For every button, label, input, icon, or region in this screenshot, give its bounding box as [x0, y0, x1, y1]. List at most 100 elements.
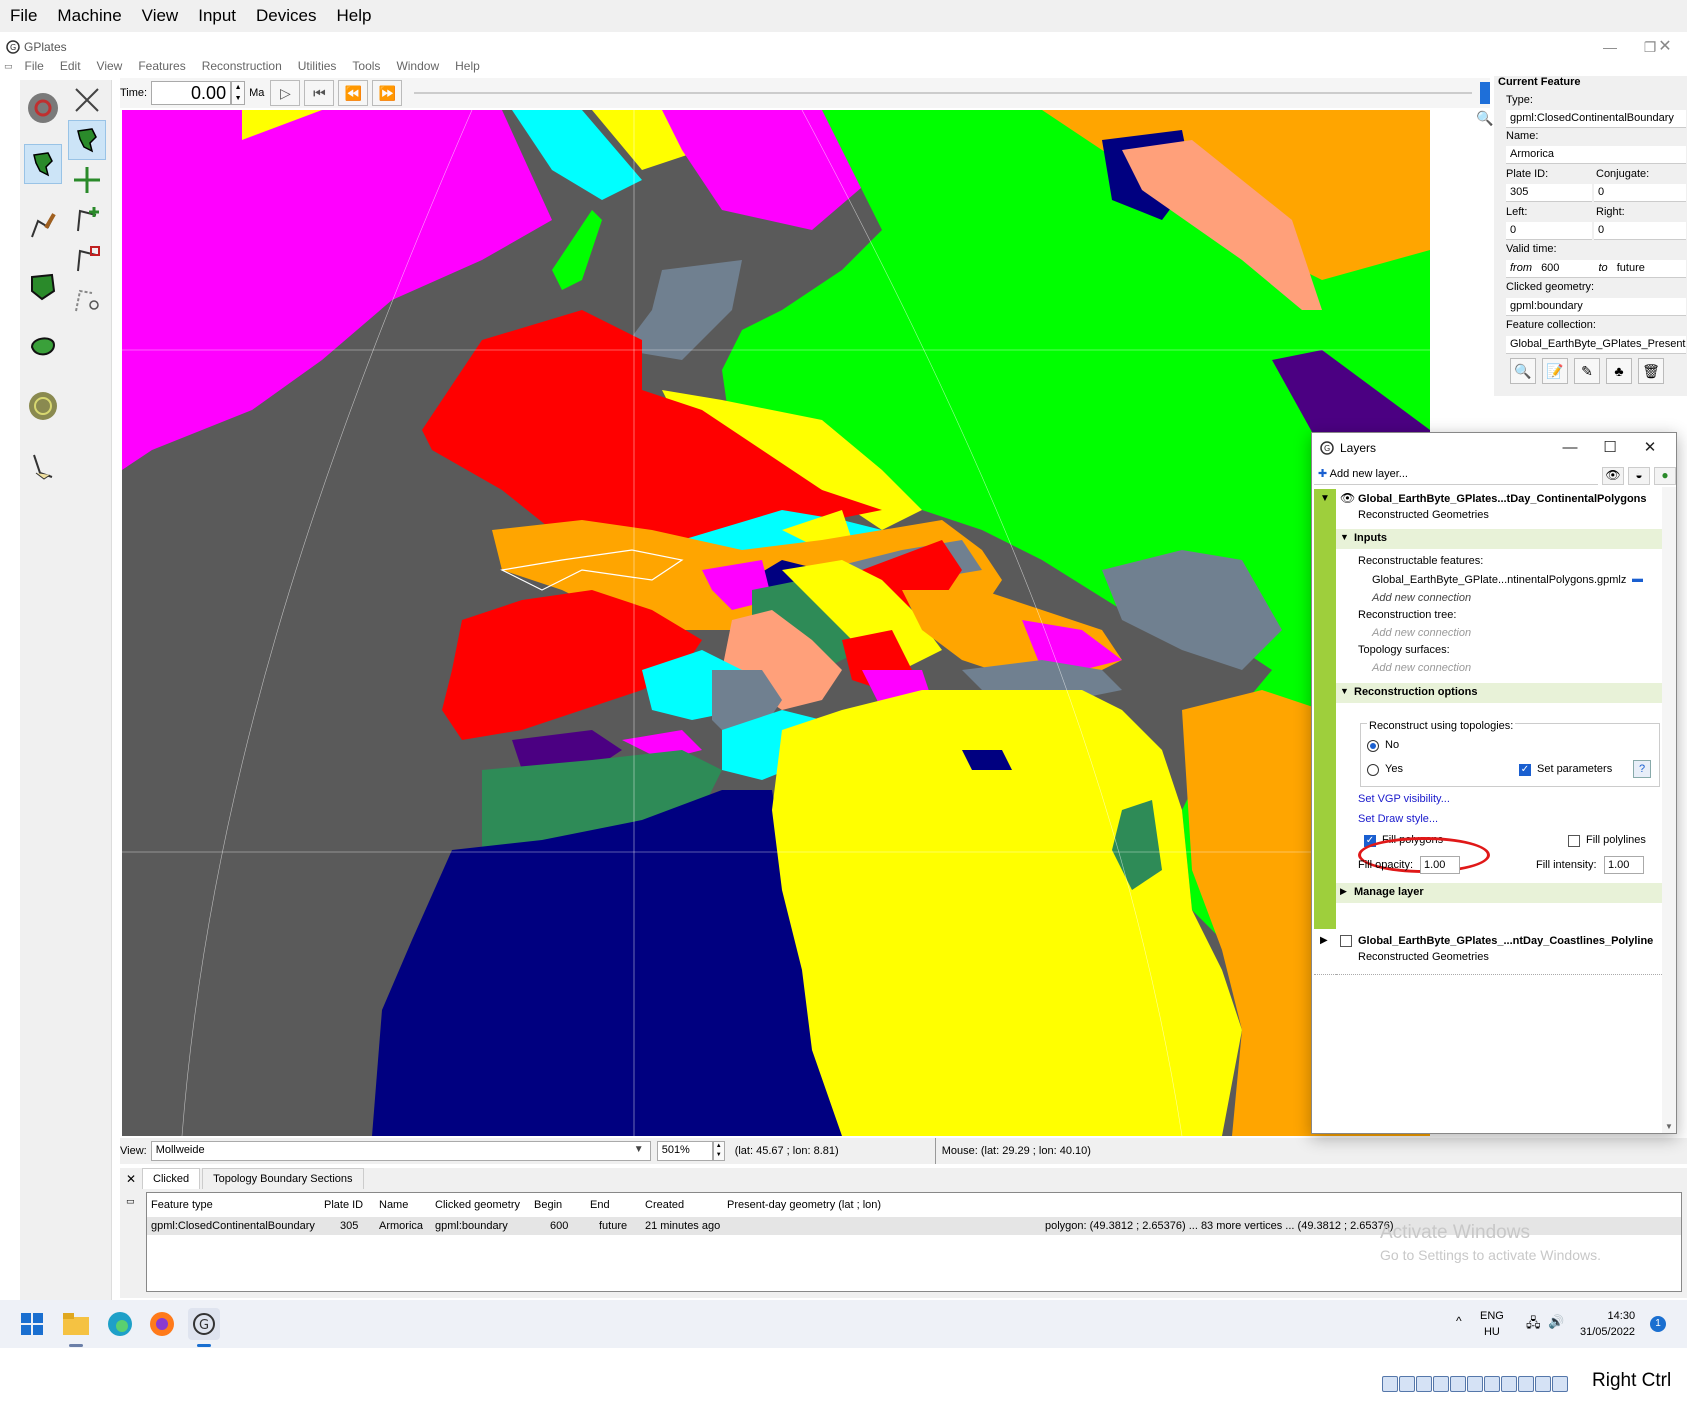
choose-feature-icon[interactable] — [68, 120, 106, 160]
time-input[interactable]: 0.00 — [151, 81, 232, 105]
map-canvas[interactable] — [122, 110, 1430, 1136]
fill-opacity-input[interactable]: 1.00 — [1420, 856, 1460, 874]
recording-icon[interactable] — [1501, 1376, 1517, 1392]
add-new-connection-link[interactable]: Add new connection — [1372, 627, 1471, 639]
input-file-connection[interactable]: Global_EarthByte_GPlate...ntinentalPolyg… — [1372, 574, 1626, 586]
tab-topology-sections[interactable]: Topology Boundary Sections — [202, 1168, 364, 1189]
keyboard-capture-icon[interactable] — [1552, 1376, 1568, 1392]
time-spinner[interactable]: ▲ ▼ — [231, 81, 246, 105]
close-panel-icon[interactable]: ✕ — [126, 1172, 136, 1186]
insert-vertex-icon[interactable] — [68, 200, 106, 240]
show-all-icon[interactable]: 👁 — [1602, 467, 1624, 485]
scroll-down-icon[interactable]: ▼ — [1665, 1122, 1673, 1131]
cpu-icon[interactable] — [1518, 1376, 1534, 1392]
vm-menu-machine[interactable]: Machine — [47, 6, 131, 26]
digitise-icon[interactable] — [24, 206, 62, 246]
set-draw-style-link[interactable]: Set Draw style... — [1358, 813, 1438, 825]
delete-feature-icon[interactable]: 🗑 — [1638, 358, 1664, 384]
usb-icon[interactable] — [1450, 1376, 1466, 1392]
projection-select[interactable]: Mollweide ▼ — [150, 1141, 651, 1161]
volume-icon[interactable]: 🔊 — [1548, 1314, 1564, 1330]
col-header[interactable]: Name — [379, 1199, 408, 1211]
zoom-icon[interactable]: 🔍 — [1476, 110, 1493, 127]
vm-menu-file[interactable]: File — [0, 6, 47, 26]
radio-no[interactable] — [1367, 740, 1379, 752]
layer-name[interactable]: Global_EarthByte_GPlates_...ntDay_Coastl… — [1358, 935, 1653, 947]
hide-all-icon[interactable]: ◒ — [1628, 467, 1650, 485]
edit-geometry-icon[interactable]: ✎ — [1574, 358, 1600, 384]
radio-yes[interactable] — [1367, 764, 1379, 776]
vm-menu-view[interactable]: View — [132, 6, 189, 26]
menu-edit[interactable]: Edit — [52, 59, 89, 73]
network-icon[interactable]: 🖧 — [1526, 1314, 1541, 1336]
menu-features[interactable]: Features — [130, 59, 193, 73]
menu-window[interactable]: Window — [388, 59, 447, 73]
query-feature-icon[interactable]: 🔍 — [1510, 358, 1536, 384]
menu-reconstruction[interactable]: Reconstruction — [194, 59, 290, 73]
colouring-icon[interactable]: ● — [1654, 467, 1676, 485]
gplates-taskbar-icon[interactable]: G — [188, 1308, 220, 1340]
feature-inspection-icon[interactable] — [24, 144, 62, 184]
time-slider[interactable] — [414, 92, 1472, 94]
help-icon[interactable]: ? — [1633, 760, 1651, 778]
disconnect-icon[interactable]: ▬ — [1632, 573, 1643, 585]
pole-manipulation-icon[interactable] — [24, 326, 62, 366]
optical-drive-icon[interactable] — [1399, 1376, 1415, 1392]
system-clock[interactable]: 14:30 31/05/2022 — [1580, 1308, 1635, 1340]
view-globe-icon[interactable] — [24, 88, 62, 128]
add-new-layer-button[interactable]: ✚ Add new layer... — [1314, 467, 1598, 485]
chevron-up-icon[interactable]: ^ — [1456, 1314, 1462, 1328]
undock-icon[interactable]: ▭ — [126, 1196, 135, 1207]
manage-layer-header[interactable]: ▶ Manage layer — [1336, 883, 1676, 903]
zoom-input[interactable]: 501% — [656, 1141, 713, 1161]
vm-menu-devices[interactable]: Devices — [246, 6, 326, 26]
hdd-icon[interactable] — [1382, 1376, 1398, 1392]
collapse-layer-icon[interactable]: ▼ — [1320, 493, 1330, 504]
network-adapter-icon[interactable] — [1433, 1376, 1449, 1392]
split-feature-icon[interactable] — [68, 280, 106, 320]
reconstruction-options-header[interactable]: ▼ Reconstruction options — [1336, 683, 1676, 703]
step-forward-button[interactable]: ⏩ — [372, 80, 403, 106]
delete-vertex-icon[interactable] — [68, 240, 106, 280]
move-vertex-icon[interactable] — [68, 160, 106, 200]
time-slider-thumb[interactable] — [1480, 82, 1490, 104]
maximize-icon[interactable]: ☐ — [1590, 433, 1630, 463]
rewind-to-start-button[interactable]: ⏮ — [304, 80, 335, 106]
mouse-integration-icon[interactable] — [1535, 1376, 1551, 1392]
layer-active-strip[interactable]: ▼ — [1314, 489, 1336, 929]
layers-scrollbar[interactable]: ▼ — [1662, 487, 1676, 1133]
expand-layer-icon[interactable]: ▶ — [1320, 935, 1328, 946]
step-back-button[interactable]: ⏪ — [338, 80, 369, 106]
visibility-eye-icon[interactable]: 👁 — [1340, 491, 1355, 505]
set-vgp-visibility-link[interactable]: Set VGP visibility... — [1358, 793, 1450, 805]
dock-icon[interactable]: ▭ — [4, 61, 13, 72]
vm-menu-help[interactable]: Help — [327, 6, 382, 26]
menu-utilities[interactable]: Utilities — [290, 59, 345, 73]
small-circle-icon[interactable] — [24, 386, 62, 426]
vm-menu-input[interactable]: Input — [188, 6, 246, 26]
tab-clicked[interactable]: Clicked — [142, 1168, 201, 1189]
hellinger-icon[interactable] — [24, 446, 62, 486]
add-new-connection-link[interactable]: Add new connection — [1372, 592, 1471, 604]
col-header[interactable]: Clicked geometry — [435, 1199, 520, 1211]
play-button[interactable]: ▷ — [270, 80, 301, 106]
menu-tools[interactable]: Tools — [344, 59, 388, 73]
firefox-icon[interactable] — [146, 1308, 178, 1340]
menu-file[interactable]: File — [17, 59, 52, 73]
inputs-section-header[interactable]: ▼ Inputs — [1336, 529, 1676, 549]
topology-icon[interactable] — [24, 266, 62, 306]
measure-distance-icon[interactable] — [68, 80, 106, 120]
layer-name[interactable]: Global_EarthByte_GPlates...tDay_Continen… — [1358, 493, 1647, 505]
windows-start-icon[interactable] — [16, 1308, 48, 1340]
set-parameters-checkbox[interactable]: ✓ — [1519, 764, 1531, 776]
col-header[interactable]: Plate ID — [324, 1199, 363, 1211]
edge-browser-icon[interactable] — [104, 1308, 136, 1340]
minimize-icon[interactable]: — — [1550, 433, 1590, 463]
clone-feature-icon[interactable]: ♣ — [1606, 358, 1632, 384]
audio-icon[interactable] — [1416, 1376, 1432, 1392]
col-header[interactable]: Created — [645, 1199, 684, 1211]
fill-intensity-input[interactable]: 1.00 — [1604, 856, 1644, 874]
edit-feature-icon[interactable]: 📝 — [1542, 358, 1568, 384]
menu-help[interactable]: Help — [447, 59, 488, 73]
menu-view[interactable]: View — [89, 59, 131, 73]
